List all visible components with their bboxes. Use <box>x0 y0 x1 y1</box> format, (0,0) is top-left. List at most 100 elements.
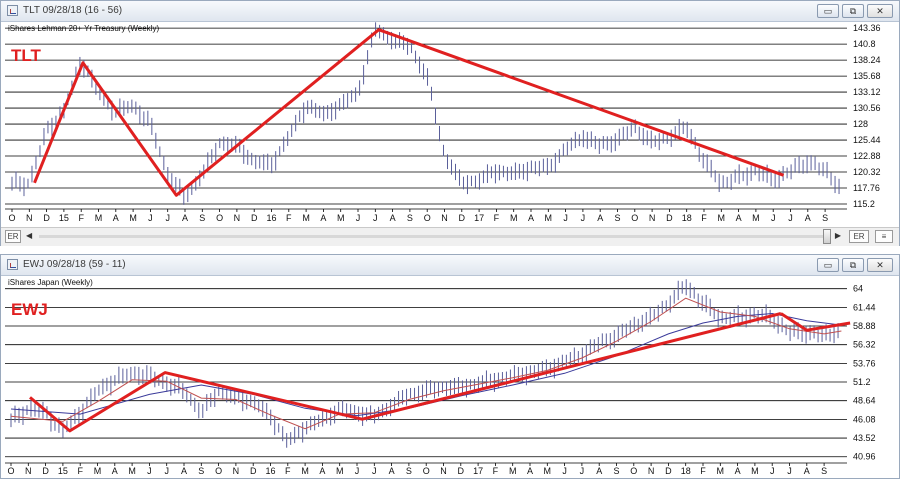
y-tick-label: 120.32 <box>853 167 881 177</box>
x-tick-label: A <box>113 213 119 223</box>
y-tick-label: 122.88 <box>853 151 881 161</box>
y-tick-label: 140.8 <box>853 39 876 49</box>
ewj-title-bar[interactable]: EWJ 09/28/18 (59 - 11) ▭ ⧉ ✕ <box>1 255 899 276</box>
x-tick-label: J <box>787 466 792 476</box>
x-tick-label: M <box>544 466 552 476</box>
scroll-right-arrow-icon[interactable]: ▶ <box>835 231 841 240</box>
x-tick-label: O <box>631 213 638 223</box>
x-tick-label: F <box>493 466 499 476</box>
y-tick-label: 40.96 <box>853 452 876 462</box>
y-tick-label: 130.56 <box>853 103 881 113</box>
scroll-left-zoom-button[interactable]: ER <box>5 230 21 243</box>
y-tick-label: 138.24 <box>853 55 881 65</box>
tlt-window-title: TLT 09/28/18 (16 - 56) <box>23 5 123 16</box>
x-tick-label: F <box>78 213 84 223</box>
scroll-track[interactable] <box>39 235 823 238</box>
x-tick-label: 17 <box>474 213 484 223</box>
x-tick-label: A <box>319 466 325 476</box>
x-tick-label: M <box>751 466 759 476</box>
x-tick-label: A <box>390 213 396 223</box>
y-tick-label: 115.2 <box>853 199 875 209</box>
x-tick-label: A <box>596 466 602 476</box>
ewj-window-title: EWJ 09/28/18 (59 - 11) <box>23 259 126 270</box>
minimize-button[interactable]: ▭ <box>817 4 839 18</box>
x-tick-label: F <box>286 213 292 223</box>
x-tick-label: N <box>649 213 656 223</box>
x-tick-label: J <box>580 466 585 476</box>
close-button[interactable]: ✕ <box>867 258 893 272</box>
x-tick-label: A <box>389 466 395 476</box>
restore-button[interactable]: ⧉ <box>842 4 864 18</box>
minimize-button[interactable]: ▭ <box>817 258 839 272</box>
x-tick-label: 16 <box>266 213 276 223</box>
x-tick-label: O <box>424 213 431 223</box>
chart-window-icon <box>7 259 18 270</box>
x-tick-label: M <box>510 213 518 223</box>
x-tick-label: F <box>494 213 500 223</box>
x-tick-label: M <box>302 213 310 223</box>
x-tick-label: O <box>216 213 223 223</box>
scroll-thumb[interactable] <box>823 229 831 244</box>
trend-line <box>33 28 785 197</box>
y-tick-label: 128 <box>853 119 868 129</box>
x-tick-label: O <box>7 466 14 476</box>
x-tick-label: J <box>770 466 775 476</box>
x-tick-label: D <box>250 466 257 476</box>
y-tick-label: 53.76 <box>853 358 876 368</box>
x-tick-label: M <box>301 466 309 476</box>
x-tick-label: S <box>613 466 619 476</box>
x-tick-label: 17 <box>473 466 483 476</box>
y-tick-label: 117.76 <box>853 183 880 193</box>
price-bars <box>11 22 840 205</box>
menu-lines-icon[interactable]: ≡ <box>875 230 893 243</box>
tlt-title-bar[interactable]: TLT 09/28/18 (16 - 56) ▭ ⧉ ✕ <box>1 1 899 22</box>
x-tick-label: N <box>441 213 448 223</box>
x-tick-label: S <box>406 466 412 476</box>
x-tick-label: F <box>285 466 291 476</box>
x-tick-label: F <box>701 213 707 223</box>
tlt-price-chart[interactable]: 115.2 117.76 120.32 122.88 125.44 128 130.56 13… <box>1 21 899 227</box>
x-tick-label: O <box>630 466 637 476</box>
x-tick-label: D <box>458 466 465 476</box>
x-tick-label: N <box>25 466 32 476</box>
x-tick-label: A <box>181 466 187 476</box>
x-tick-label: O <box>8 213 15 223</box>
x-tick-label: D <box>43 213 50 223</box>
x-tick-label: M <box>717 466 725 476</box>
x-tick-label: S <box>614 213 620 223</box>
ewj-price-chart[interactable]: 40.96 43.52 46.08 48.64 51.2 53.76 56.32 58.88 6… <box>1 275 899 479</box>
x-tick-label: N <box>440 466 447 476</box>
x-tick-label: 15 <box>59 213 69 223</box>
x-tick-label: M <box>94 466 102 476</box>
y-tick-label: 135.68 <box>853 71 881 81</box>
x-tick-label: D <box>666 213 673 223</box>
y-tick-label: 61.44 <box>853 302 876 312</box>
restore-button[interactable]: ⧉ <box>842 258 864 272</box>
x-tick-label: D <box>459 213 466 223</box>
tlt-horizontal-scrollbar[interactable]: ER ◀ ▶ ER ≡ <box>1 227 899 246</box>
x-tick-label: S <box>821 466 827 476</box>
y-tick-label: 46.08 <box>853 414 876 424</box>
ewj-chart-window: EWJ 09/28/18 (59 - 11) ▭ ⧉ ✕ iShares Jap… <box>0 254 900 479</box>
x-tick-label: M <box>129 213 137 223</box>
y-tick-label: 51.2 <box>853 377 871 387</box>
x-tick-label: J <box>562 466 567 476</box>
x-tick-label: A <box>320 213 326 223</box>
x-tick-label: N <box>26 213 33 223</box>
x-tick-label: S <box>822 213 828 223</box>
x-tick-label: M <box>509 466 517 476</box>
y-tick-label: 56.32 <box>853 340 876 350</box>
x-tick-label: N <box>234 213 241 223</box>
scroll-right-zoom-button[interactable]: ER <box>849 230 869 243</box>
x-tick-label: A <box>182 213 188 223</box>
x-tick-label: J <box>165 213 170 223</box>
x-tick-label: A <box>597 213 603 223</box>
x-tick-label: J <box>356 213 361 223</box>
x-tick-label: M <box>95 213 103 223</box>
close-button[interactable]: ✕ <box>867 4 893 18</box>
y-tick-label: 48.64 <box>853 396 876 406</box>
y-tick-label: 133.12 <box>853 87 881 97</box>
x-tick-label: A <box>805 213 811 223</box>
scroll-left-arrow-icon[interactable]: ◀ <box>26 231 32 240</box>
x-tick-label: D <box>251 213 258 223</box>
